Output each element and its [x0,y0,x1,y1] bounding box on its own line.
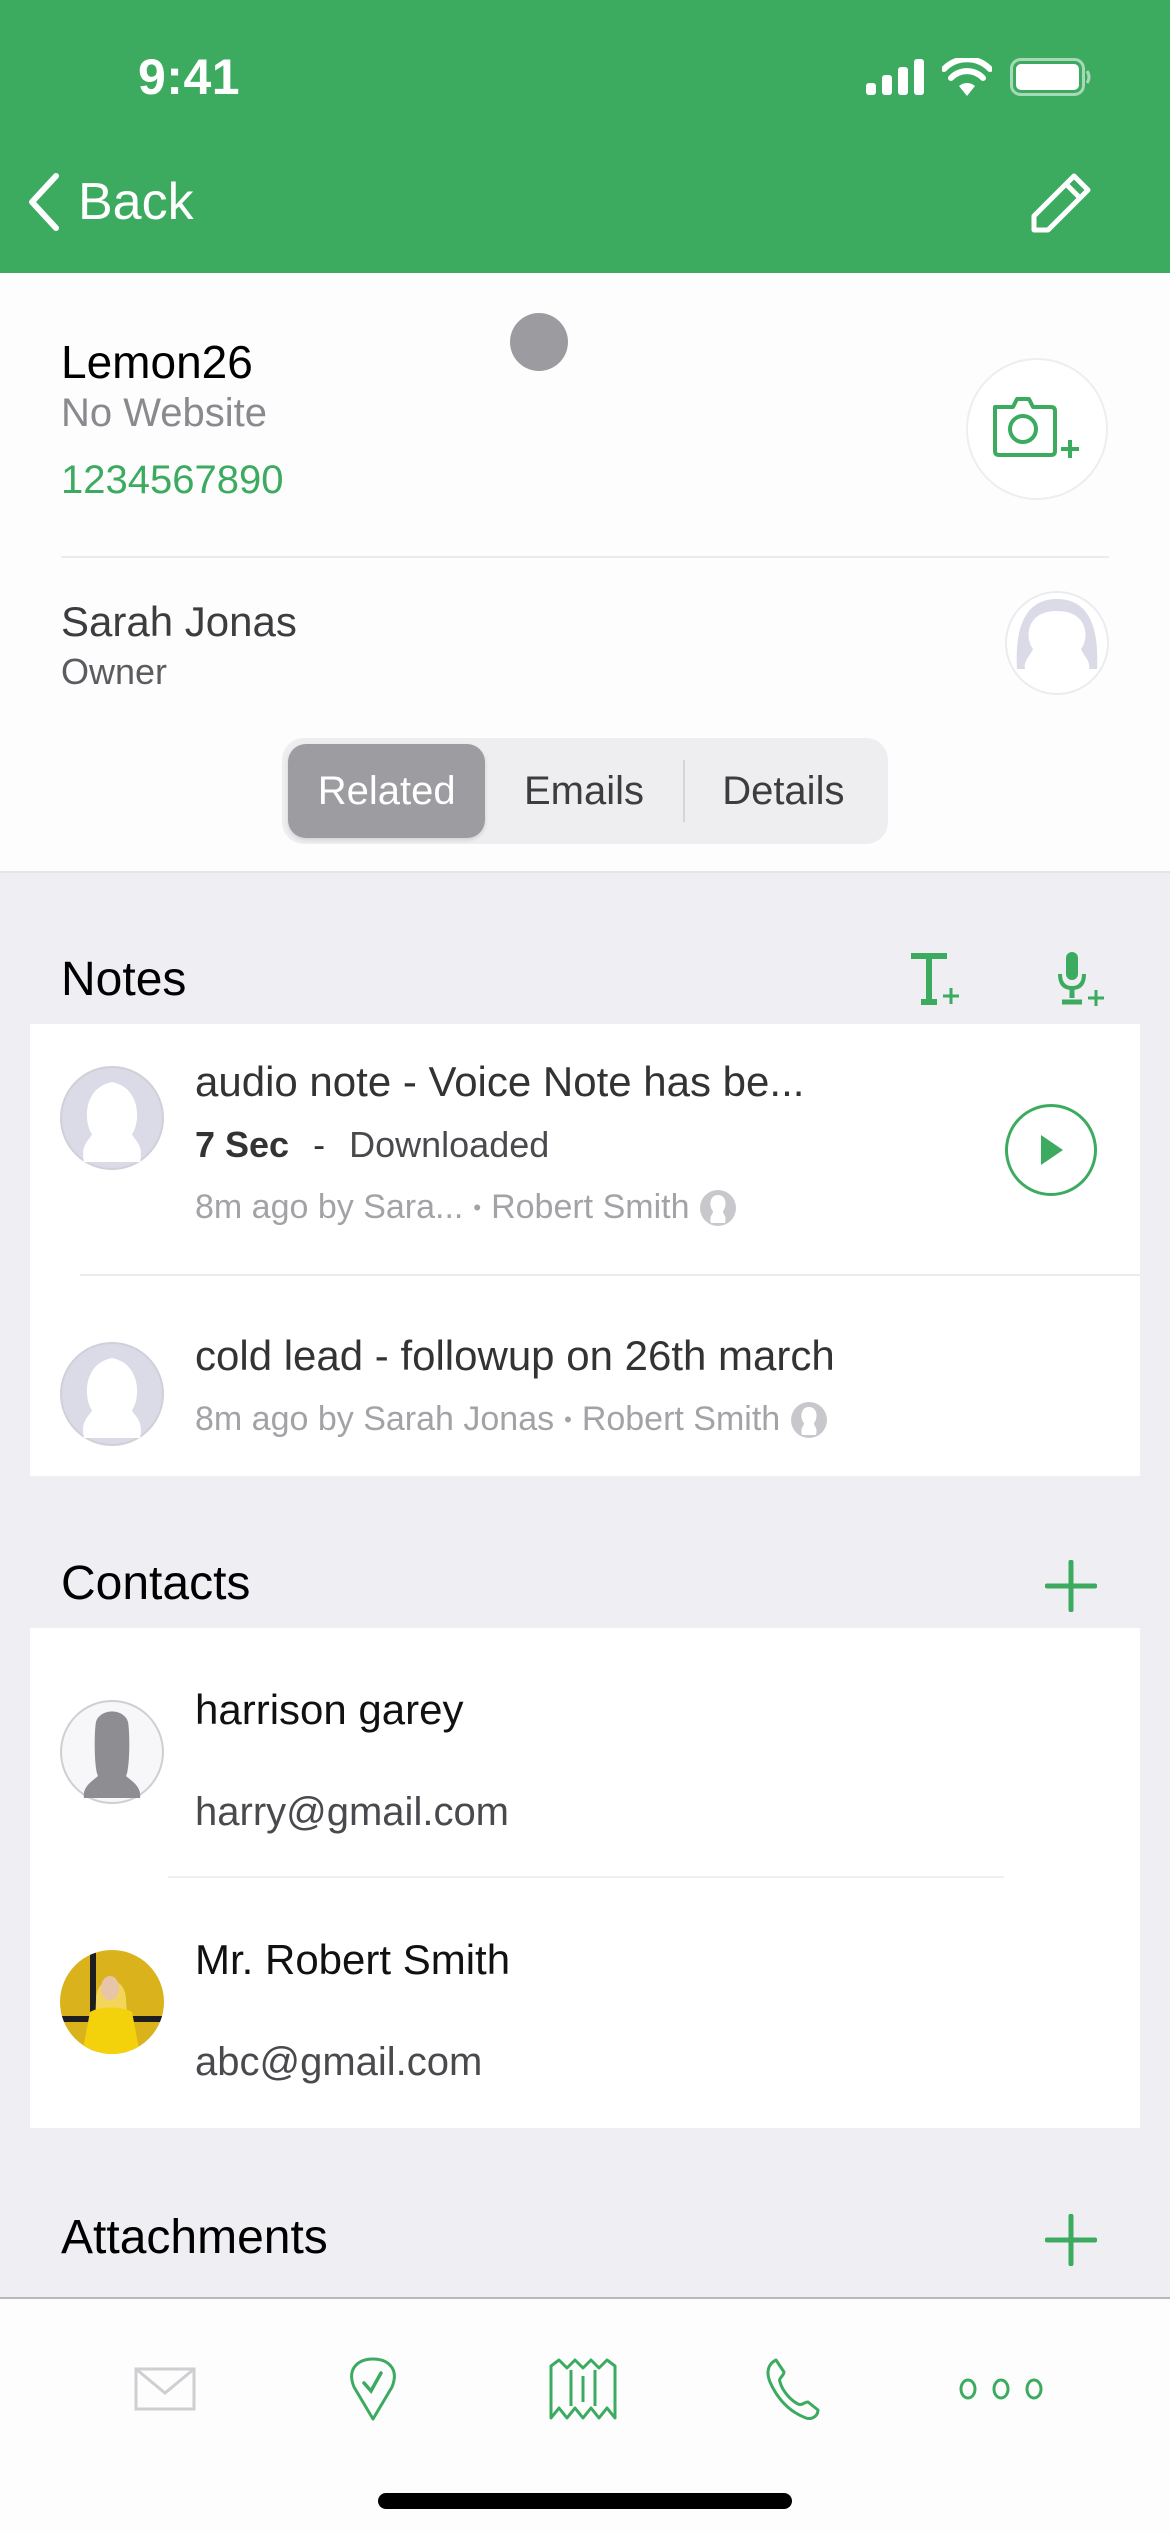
meta-dot: • [564,1406,572,1432]
contact-name: harrison garey [195,1686,464,1733]
contact-name: Mr. Robert Smith [195,1936,511,1983]
checkin-tab-button[interactable] [318,2339,428,2439]
company-name: Lemon26 [61,336,253,388]
phone-link[interactable]: 1234567890 [61,458,283,503]
note-download-status: Downloaded [349,1124,550,1165]
play-audio-button[interactable] [1005,1104,1097,1196]
phone-icon [766,2358,820,2420]
home-indicator[interactable] [378,2493,792,2509]
microphone-plus-icon [1058,952,1104,1006]
wifi-icon [942,58,992,96]
meta-dot: • [473,1194,482,1220]
contact-avatar [60,1700,164,1804]
play-icon [1041,1135,1063,1165]
note-meta: 8m ago by Sara... • Robert Smith [195,1188,737,1227]
note-meta: 8m ago by Sarah Jonas • Robert Smith [195,1400,828,1439]
note-title: audio note - Voice Note has be... [195,1058,805,1105]
segmented-control: Related Emails Details [282,738,888,844]
segment-emails[interactable]: Emails [485,744,682,838]
mail-icon [134,2367,196,2411]
note-audio-info: 7 Sec - Downloaded [195,1124,549,1166]
note-author-avatar [60,1342,164,1446]
contacts-card: harrison garey harry@gmail.com Mr. Rober… [30,1628,1140,2128]
note-info-separator: - [313,1124,326,1165]
segment-details[interactable]: Details [685,744,882,838]
owner-avatar[interactable] [1005,591,1109,695]
segment-related[interactable]: Related [288,744,486,838]
call-tab-button[interactable] [738,2339,848,2439]
contact-item[interactable]: Mr. Robert Smith abc@gmail.com [30,1878,1140,2128]
contact-person-icon [700,1189,737,1226]
note-item[interactable]: cold lead - followup on 26th march 8m ag… [30,1276,1140,1476]
app-header: 9:41 Back [0,0,1170,273]
add-contact-button[interactable] [1040,1555,1102,1617]
owner-role: Owner [61,651,168,692]
website-text: No Website [61,391,268,435]
note-meta-author: 8m ago by Sarah Jonas [195,1400,555,1438]
checkin-pin-icon [350,2357,396,2421]
plus-icon [1045,2214,1097,2266]
touch-indicator [510,313,568,371]
edit-button[interactable] [1030,172,1092,239]
add-attachment-button[interactable] [1040,2209,1102,2271]
note-title: cold lead - followup on 26th march [195,1332,835,1379]
attachments-section-title: Attachments [61,2211,328,2264]
more-tab-button[interactable] [946,2339,1056,2439]
notes-section-title: Notes [61,953,187,1006]
notes-card: audio note - Voice Note has be... 7 Sec … [30,1024,1140,1476]
note-item[interactable]: audio note - Voice Note has be... 7 Sec … [30,1024,1140,1274]
profile-divider [61,556,1109,558]
cellular-signal-icon [866,59,924,95]
email-tab-button[interactable] [110,2339,220,2439]
map-tab-button[interactable] [528,2339,638,2439]
note-meta-author: 8m ago by Sara... [195,1188,464,1226]
owner-name: Sarah Jonas [61,598,297,645]
note-meta-contact: Robert Smith [581,1400,781,1438]
more-icon [959,2378,1043,2400]
note-meta-contact: Robert Smith [491,1188,690,1226]
map-icon [549,2358,617,2420]
text-plus-icon [911,953,959,1005]
camera-plus-icon [993,397,1079,458]
status-icons [866,58,1092,96]
lead-profile-card: Lemon26 No Website 1234567890 Sarah Jona… [0,273,1170,873]
contact-person-icon [791,1401,828,1438]
note-duration: 7 Sec [195,1124,290,1165]
back-label: Back [78,173,194,231]
add-voice-note-button[interactable] [1050,948,1110,1012]
contact-photo-avatar [60,1950,164,2054]
status-time: 9:41 [138,49,241,105]
add-photo-button[interactable] [966,358,1108,500]
pencil-icon [1031,173,1091,233]
back-button[interactable]: Back [24,172,194,232]
note-author-avatar [60,1066,164,1170]
contacts-section-title: Contacts [61,1557,251,1610]
chevron-left-icon [29,173,59,231]
contact-item[interactable]: harrison garey harry@gmail.com [30,1628,1140,1878]
add-text-note-button[interactable] [905,948,965,1012]
contact-email: harry@gmail.com [195,1790,510,1834]
battery-icon [1010,58,1091,96]
contact-email: abc@gmail.com [195,2040,483,2084]
plus-icon [1045,1560,1097,1612]
